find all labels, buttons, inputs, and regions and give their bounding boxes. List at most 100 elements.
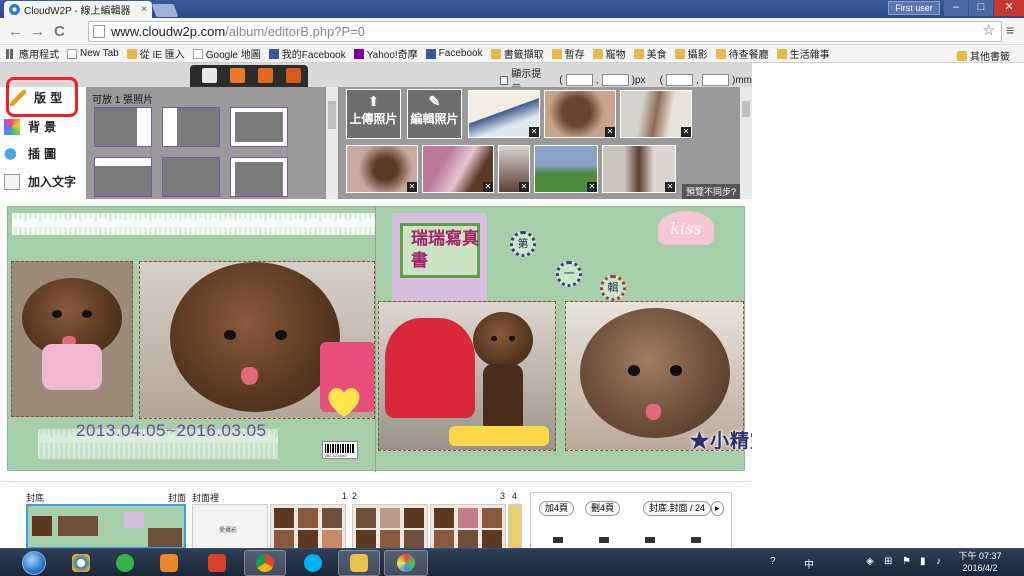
minimize-button[interactable]: – [944,0,968,16]
delete-photo-icon[interactable]: ✕ [519,182,529,192]
forward-icon[interactable]: → [30,23,45,40]
photo-thumbnail[interactable]: ✕ [422,145,494,193]
bookmark-other[interactable]: 其他書籤 [957,48,1010,63]
bookmark-my-facebook[interactable]: 我的Facebook [268,46,346,61]
photo-thumbnail[interactable]: ✕ [534,145,598,193]
bookmark-capture[interactable]: 書籤擷取 [490,46,544,61]
back-icon[interactable]: ← [8,23,23,40]
photo-slot-puppy-horse[interactable] [378,301,556,451]
upload-photo-button[interactable]: ⬆ 上傳照片 [346,89,401,139]
tray-app-icon[interactable]: ◈ [866,556,874,567]
page-thumb-4[interactable] [508,504,522,549]
sidebar-item-text[interactable]: 加入文字 [4,173,76,190]
next-page-button[interactable]: ▸ [711,501,724,516]
photo-thumbnail[interactable]: ✕ [498,145,530,193]
profile-button[interactable]: First user [888,1,940,15]
start-button[interactable] [22,551,46,575]
preview-sync-link[interactable]: 預覽不同步? [681,184,740,199]
tray-ime-icon[interactable]: 中 [804,556,814,571]
badge-di[interactable]: 第 [510,231,536,257]
address-bar[interactable]: www.cloudw2p.com/album/editorB.php?P=0 [88,21,1002,42]
tray-help-icon[interactable]: ? [770,556,776,567]
hint-y-mm-field[interactable] [701,74,729,86]
bookmark-star-icon[interactable]: ☆ [982,21,995,39]
bookmark-photo[interactable]: 攝影 [674,46,708,61]
photo-thumbnail[interactable]: ✕ [620,90,692,138]
taskbar-skype-icon[interactable] [292,550,334,576]
album-spread[interactable]: 2013.04.05~2016.03.05 VBC1234567 瑞瑞寫真書 k… [7,206,745,472]
heart-sticker[interactable] [326,385,362,419]
tab-close-icon[interactable]: × [141,4,147,15]
taskbar-chrome-icon[interactable] [244,550,286,576]
new-tab-button[interactable] [151,4,179,17]
page-thumb-1[interactable] [270,504,346,549]
book-icon[interactable] [258,68,273,83]
maximize-button[interactable]: □ [969,0,993,16]
taskbar-ie-icon[interactable] [60,550,102,576]
tray-flag-icon[interactable]: ⚑ [902,556,911,567]
photo-thumbnail[interactable]: ✕ [544,90,616,138]
add-4-pages-button[interactable]: 加4頁 [539,501,575,516]
bookmark-temp[interactable]: 暫存 [551,46,585,61]
layout-template[interactable] [94,157,152,197]
close-window-button[interactable]: ✕ [994,0,1024,16]
page-tool-icons[interactable] [553,537,713,543]
layout-template[interactable] [94,107,152,147]
bookmark-yahoo[interactable]: Yahoo!奇摩 [353,46,418,61]
delete-photo-icon[interactable]: ✕ [529,127,539,137]
album-title[interactable]: 瑞瑞寫真書 [411,228,481,272]
page-thumb-inside-cover[interactable]: 愛攝影 [192,504,268,549]
system-clock[interactable]: 下午 07:37 2016/4/2 [950,550,1010,574]
delete-photo-icon[interactable]: ✕ [681,127,691,137]
delete-photo-icon[interactable]: ✕ [605,127,615,137]
page-thumb-cover[interactable] [26,504,186,549]
taskbar-explorer-icon[interactable] [338,550,380,576]
tray-windows-icon[interactable]: ⊞ [884,556,892,567]
tray-volume-icon[interactable]: ♪ [936,556,941,567]
badge-yi[interactable]: 一 [556,261,582,287]
kiss-sticker[interactable]: kiss [658,211,714,245]
hint-y-px-field[interactable] [601,74,629,86]
taskbar-paint-icon[interactable] [384,550,428,576]
date-range-text[interactable]: 2013.04.05~2016.03.05 [76,421,267,441]
bookmark-food[interactable]: 美食 [633,46,667,61]
badge-ji[interactable]: 輯 [600,275,626,301]
layout-grid-icon[interactable] [230,68,245,83]
photo-slot-puppy-small[interactable] [11,261,133,417]
photo-thumbnail[interactable]: ✕ [602,145,676,193]
reload-icon[interactable]: C [54,23,65,40]
delete-photo-icon[interactable]: ✕ [665,182,675,192]
delete-photo-icon[interactable]: ✕ [483,182,493,192]
photo-thumbnail[interactable]: ✕ [346,145,418,193]
sidebar-item-clipart[interactable]: 插 圖 [4,145,56,162]
edit-photo-button[interactable]: ✎ 編輯照片 [407,89,462,139]
bookmark-restaurants[interactable]: 待查餐廳 [715,46,769,61]
layout-template[interactable] [162,157,220,197]
settings-gear-icon[interactable] [202,68,217,83]
delete-photo-icon[interactable]: ✕ [407,182,417,192]
taskbar-app-icon[interactable] [196,550,238,576]
hint-x-mm-field[interactable] [665,74,694,86]
delete-photo-icon[interactable]: ✕ [587,182,597,192]
bookmark-life[interactable]: 生活雜事 [776,46,830,61]
photo-scrollbar[interactable] [740,87,752,199]
bookmark-google-maps[interactable]: Google 地圖 [192,46,261,61]
tray-network-icon[interactable]: ▮ [920,556,926,567]
bookmark-pets[interactable]: 寵物 [592,46,626,61]
delete-4-pages-button[interactable]: 刪4頁 [585,501,621,516]
browser-tab[interactable]: CloudW2P - 線上編輯器 × [4,1,152,18]
taskbar-media-icon[interactable] [148,550,190,576]
image-icon[interactable] [286,68,301,83]
bookmark-new-tab[interactable]: New Tab [67,48,119,59]
page-thumb-2[interactable] [352,504,428,549]
title-card[interactable]: 瑞瑞寫真書 [392,213,487,303]
taskbar-line-icon[interactable] [104,550,146,576]
layout-template[interactable] [230,107,288,147]
photo-thumbnail[interactable]: ✕ [468,90,540,138]
layout-template[interactable] [162,107,220,147]
hint-x-px-field[interactable] [565,74,593,86]
page-thumb-3[interactable] [430,504,506,549]
layout-template[interactable] [230,157,288,197]
bookmark-ie-import[interactable]: 從 IE 匯入 [126,46,185,61]
bookmark-apps[interactable]: 應用程式 [6,46,59,61]
